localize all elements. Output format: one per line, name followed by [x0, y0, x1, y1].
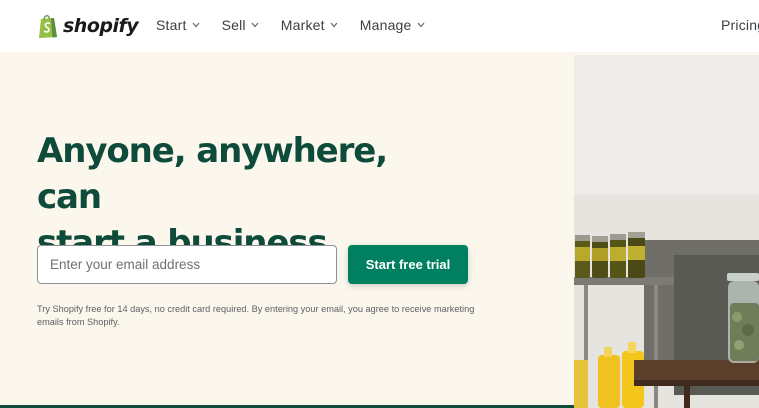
nav-link-pricing[interactable]: Pricing — [721, 17, 759, 33]
nav-item-label: Start — [156, 17, 187, 33]
chevron-down-icon — [251, 22, 259, 28]
chevron-down-icon — [330, 22, 338, 28]
hero-photo-illustration — [574, 55, 759, 408]
nav-item-label: Manage — [359, 17, 412, 33]
nav-item-start[interactable]: Start — [156, 17, 200, 33]
nav-item-label: Sell — [221, 17, 246, 33]
main-nav: Start Sell Market Manage — [156, 17, 447, 33]
nav-item-label: Market — [280, 17, 325, 33]
hero-photo — [574, 55, 759, 408]
start-free-trial-button[interactable]: Start free trial — [348, 245, 468, 284]
site-header: shopify Start Sell Market Manage Pricing — [0, 0, 759, 52]
email-input[interactable] — [37, 245, 337, 284]
nav-item-market[interactable]: Market — [281, 17, 338, 33]
chevron-down-icon — [417, 22, 425, 28]
hero-heading-line1: Anyone, anywhere, can — [37, 131, 388, 217]
shopify-logo[interactable]: shopify — [37, 12, 139, 40]
logo-wordmark: shopify — [63, 15, 139, 37]
shopping-bag-icon — [39, 15, 57, 38]
trial-disclaimer: Try Shopify free for 14 days, no credit … — [37, 304, 475, 327]
chevron-down-icon — [192, 22, 200, 28]
nav-item-sell[interactable]: Sell — [222, 17, 259, 33]
nav-item-manage[interactable]: Manage — [360, 17, 425, 33]
